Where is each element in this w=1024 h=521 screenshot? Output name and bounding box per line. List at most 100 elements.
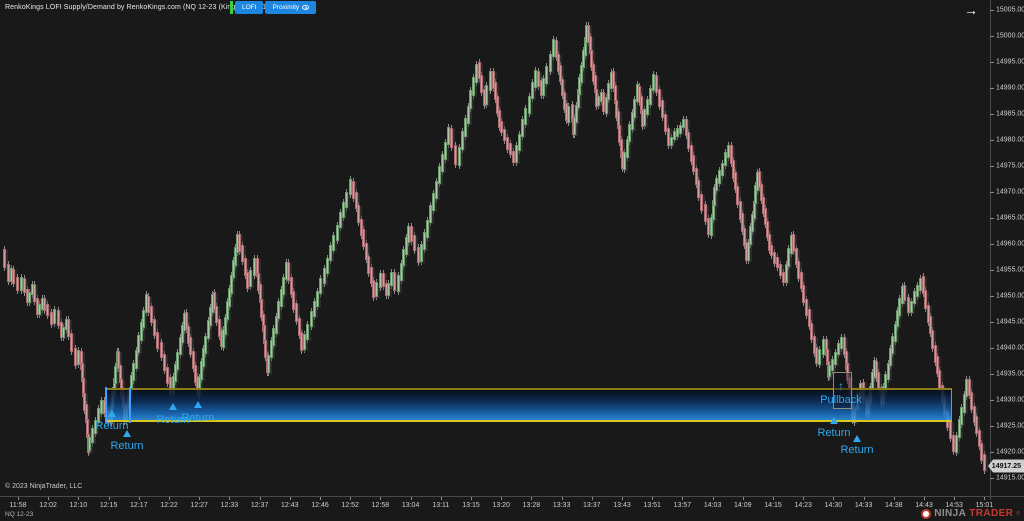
time-axis-tick	[48, 497, 49, 500]
price-axis-tick	[990, 114, 994, 115]
time-axis-label: 14:30	[825, 502, 843, 509]
price-axis-label: 14935.00	[996, 371, 1024, 378]
time-axis-tick	[350, 497, 351, 500]
time-axis-tick	[109, 497, 110, 500]
time-axis-tick	[682, 497, 683, 500]
pullback-arrow-up-icon: ↑	[838, 379, 844, 393]
price-axis-label: 14960.00	[996, 241, 1024, 248]
time-axis-tick	[229, 497, 230, 500]
price-axis-label: 14920.00	[996, 449, 1024, 456]
time-axis-label: 13:15	[462, 502, 480, 509]
price-axis-label: 14915.00	[996, 475, 1024, 482]
price-axis-tick	[990, 10, 994, 11]
price-axis-tick	[990, 62, 994, 63]
price-axis-tick	[990, 348, 994, 349]
price-axis-label: 14995.00	[996, 59, 1024, 66]
zone-origin-right-edge	[129, 387, 131, 423]
time-axis-tick	[894, 497, 895, 500]
time-axis-label: 14:23	[794, 502, 812, 509]
time-axis-tick	[713, 497, 714, 500]
renko-brick	[567, 106, 570, 123]
price-axis-label: 14975.00	[996, 163, 1024, 170]
price-axis-tick	[990, 192, 994, 193]
time-axis-tick	[78, 497, 79, 500]
time-axis-tick	[380, 497, 381, 500]
price-axis-label: 14985.00	[996, 111, 1024, 118]
pullback-marker-label: Pullback	[820, 394, 862, 406]
price-axis-tick	[990, 88, 994, 89]
price-axis-tick	[990, 166, 994, 167]
time-axis-label: 12:43	[281, 502, 299, 509]
price-axis-label: 14925.00	[996, 423, 1024, 430]
time-axis-label: 13:37	[583, 502, 601, 509]
renko-brick	[450, 128, 453, 148]
price-axis-separator	[990, 0, 991, 500]
price-axis-tick	[990, 218, 994, 219]
time-axis-label: 14:03	[704, 502, 722, 509]
price-axis-tick	[990, 36, 994, 37]
return-marker-label: Return	[181, 412, 214, 424]
time-axis-label: 12:17	[130, 502, 148, 509]
price-axis-tick	[990, 426, 994, 427]
time-axis-tick	[562, 497, 563, 500]
lofi-button-label: LOFI	[242, 4, 256, 11]
time-axis-label: 13:57	[674, 502, 692, 509]
price-axis-tick	[990, 322, 994, 323]
time-axis-tick	[803, 497, 804, 500]
time-axis-label: 13:04	[402, 502, 420, 509]
time-axis-tick	[411, 497, 412, 500]
time-axis-label: 13:51	[643, 502, 661, 509]
renko-brick	[393, 272, 396, 291]
time-axis-tick	[260, 497, 261, 500]
time-axis-tick	[984, 497, 985, 500]
time-axis-label: 12:02	[39, 502, 57, 509]
watermark-ninja-text: NINJA	[934, 508, 966, 519]
time-axis-label: 13:20	[492, 502, 510, 509]
price-axis-label: 14990.00	[996, 85, 1024, 92]
time-axis-label: 12:58	[372, 502, 390, 509]
return-marker-label: Return	[840, 444, 873, 456]
price-axis-label: 15005.00	[996, 7, 1024, 14]
price-axis-tick	[990, 452, 994, 453]
price-axis-label: 14930.00	[996, 397, 1024, 404]
watermark-reg-mark: ®	[1016, 511, 1020, 517]
time-axis-tick	[531, 497, 532, 500]
ninjatrader-watermark: NINJATRADER®	[921, 508, 1020, 519]
time-axis-label: 11:58	[10, 502, 27, 509]
renko-brick	[454, 145, 457, 165]
time-axis-tick	[864, 497, 865, 500]
time-axis-separator	[0, 496, 1024, 497]
price-axis-label: 14950.00	[996, 293, 1024, 300]
time-axis-label: 12:46	[311, 502, 329, 509]
time-axis-label: 12:22	[160, 502, 178, 509]
scroll-to-latest-arrow-icon[interactable]: →	[964, 2, 978, 18]
time-axis-tick	[773, 497, 774, 500]
time-axis-label: 13:33	[553, 502, 571, 509]
time-axis-tick	[954, 497, 955, 500]
price-axis-label: 15000.00	[996, 33, 1024, 40]
time-axis-tick	[320, 497, 321, 500]
time-axis-tick	[199, 497, 200, 500]
return-triangle-up-icon	[108, 410, 116, 417]
time-axis-tick	[622, 497, 623, 500]
price-axis-tick	[990, 140, 994, 141]
time-axis-tick	[18, 497, 19, 500]
time-axis-tick	[592, 497, 593, 500]
price-axis-tick	[990, 400, 994, 401]
proximity-button[interactable]: Proximity	[265, 1, 316, 14]
indicator-button-row: LOFI Proximity	[230, 1, 318, 14]
lofi-button[interactable]: LOFI	[235, 1, 263, 14]
time-axis-label: 12:33	[221, 502, 239, 509]
time-axis-tick	[441, 497, 442, 500]
time-axis-label: 14:38	[885, 502, 903, 509]
return-triangle-up-icon	[830, 417, 838, 424]
return-triangle-up-icon	[123, 430, 131, 437]
price-axis-label: 14940.00	[996, 345, 1024, 352]
time-axis-label: 12:15	[100, 502, 118, 509]
watermark-trader-text: TRADER	[969, 508, 1013, 519]
price-axis-label: 14945.00	[996, 319, 1024, 326]
return-marker-label: Return	[817, 427, 850, 439]
time-axis-label: 12:37	[251, 502, 269, 509]
renko-brick	[12, 269, 15, 284]
time-axis-label: 12:10	[70, 502, 88, 509]
